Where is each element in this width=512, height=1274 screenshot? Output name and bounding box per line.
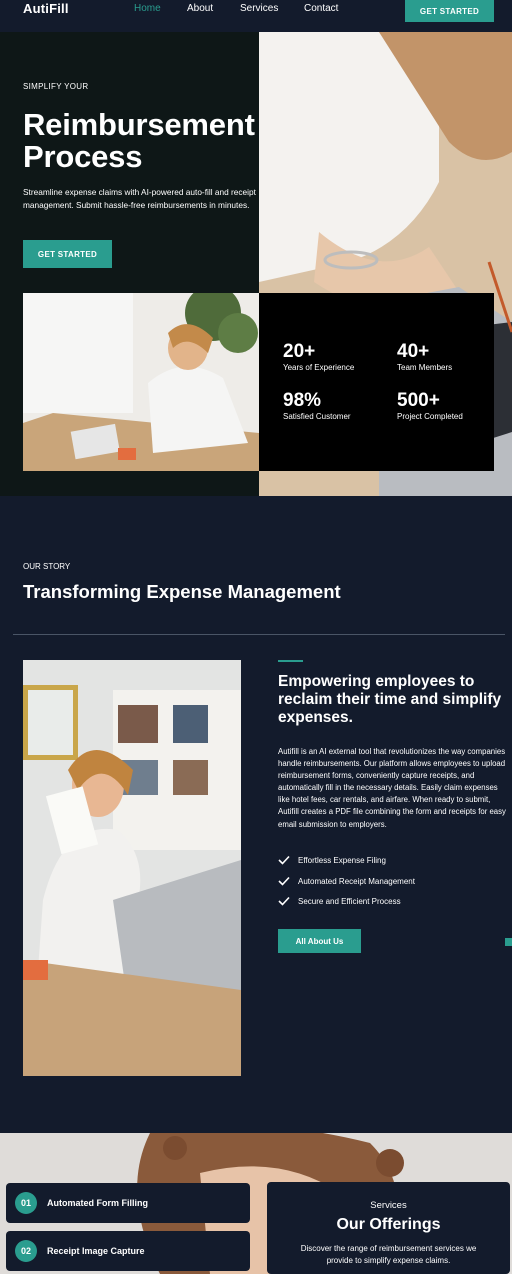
stat-label: Team Members — [397, 363, 453, 372]
nav-link-home[interactable]: Home — [134, 3, 161, 14]
feature-label: Automated Receipt Management — [298, 876, 415, 886]
get-started-button-nav[interactable]: GET STARTED — [405, 0, 494, 22]
stats-panel: 20+ Years of Experience 40+ Team Members… — [259, 293, 494, 471]
service-label: Automated Form Filling — [47, 1198, 148, 1208]
story-photo-receipt — [23, 660, 241, 1076]
story-title: Transforming Expense Management — [23, 581, 341, 602]
all-about-us-button[interactable]: All About Us — [278, 929, 361, 953]
stat-projects: 500+ Project Completed — [397, 390, 463, 421]
stat-label: Satisfied Customer — [283, 412, 351, 421]
nav-link-services[interactable]: Services — [240, 3, 278, 14]
stat-satisfied: 98% Satisfied Customer — [283, 390, 351, 421]
feature-item: Secure and Efficient Process — [278, 896, 401, 906]
services-title: Our Offerings — [336, 1216, 441, 1233]
feature-item: Automated Receipt Management — [278, 876, 415, 886]
stat-experience: 20+ Years of Experience — [283, 341, 354, 372]
stat-value: 40+ — [397, 341, 430, 362]
story-body: Autifill is an AI external tool that rev… — [278, 747, 506, 829]
hero-title: Reimbursement Process — [23, 109, 255, 173]
stat-value: 20+ — [283, 341, 316, 362]
hero-kicker: SIMPLIFY YOUR — [23, 82, 89, 91]
story-subtitle: Empowering employees to reclaim their ti… — [278, 673, 502, 726]
hero-title-line2: Process — [23, 139, 143, 174]
scroll-marker[interactable] — [505, 938, 512, 946]
service-item-form-filling[interactable]: 01 Automated Form Filling — [6, 1183, 250, 1223]
service-item-receipt-capture[interactable]: 02 Receipt Image Capture — [6, 1231, 250, 1271]
story-kicker: OUR STORY — [23, 562, 71, 571]
services-kicker: Services — [370, 1200, 407, 1211]
services-description: Discover the range of reimbursement serv… — [300, 1244, 477, 1265]
feature-label: Secure and Efficient Process — [298, 896, 401, 906]
top-navbar: AutiFill Home About Services Contact GET… — [0, 0, 512, 32]
get-started-button-hero[interactable]: GET STARTED — [23, 240, 112, 268]
check-icon — [278, 855, 290, 865]
hero-description: Streamline expense claims with AI-powere… — [23, 187, 256, 210]
stat-team: 40+ Team Members — [397, 341, 452, 372]
check-icon — [278, 896, 290, 906]
nav-link-contact[interactable]: Contact — [304, 3, 338, 14]
service-number-badge: 02 — [15, 1240, 37, 1262]
check-icon — [278, 876, 290, 886]
service-number-badge: 01 — [15, 1192, 37, 1214]
stat-label: Project Completed — [397, 412, 463, 421]
section-divider — [13, 634, 505, 635]
service-label: Receipt Image Capture — [47, 1246, 145, 1256]
hero-title-line1: Reimbursement — [23, 107, 255, 142]
nav-link-about[interactable]: About — [187, 3, 213, 14]
accent-line — [278, 660, 303, 662]
offerings-panel: Services Our Offerings Discover the rang… — [267, 1182, 510, 1274]
stat-value: 500+ — [397, 390, 440, 411]
stat-label: Years of Experience — [283, 363, 355, 372]
site-logo[interactable]: AutiFill — [23, 1, 69, 16]
stat-value: 98% — [283, 390, 322, 411]
feature-item: Effortless Expense Filing — [278, 855, 386, 865]
hero-photo-stressed-woman — [23, 293, 259, 471]
feature-label: Effortless Expense Filing — [298, 855, 386, 865]
